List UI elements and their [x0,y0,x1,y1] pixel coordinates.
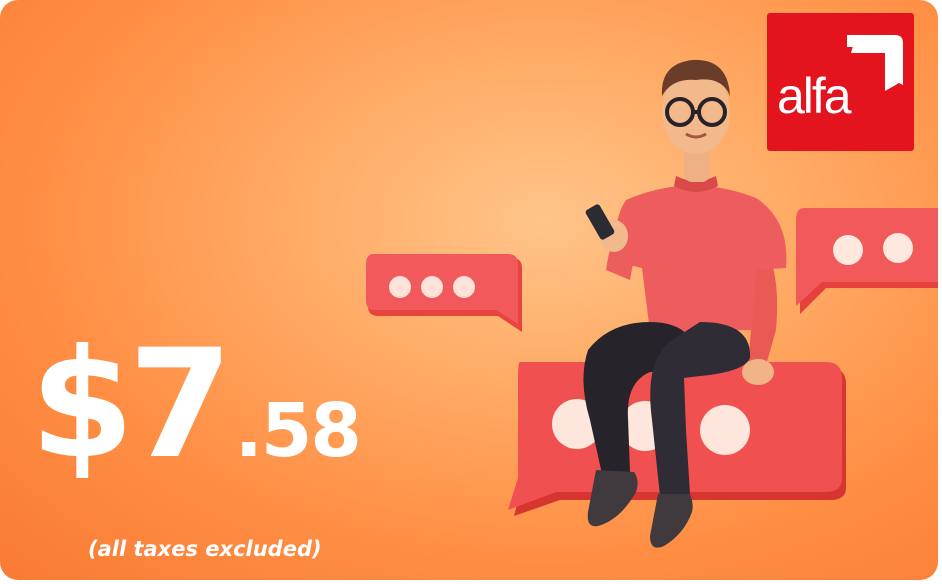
price-cents: .58 [234,388,362,474]
price-main: $7 [30,318,233,492]
price-display: $7.58 [30,330,362,480]
chat-bubble-left-icon [366,254,522,332]
promo-card: alfa $7.58 (all taxes excluded) [0,0,938,580]
tax-note: (all taxes excluded) [88,537,322,561]
logo-text: alfa [777,68,852,124]
alfa-logo: alfa [767,13,914,151]
chat-bubble-right-icon [796,208,938,314]
